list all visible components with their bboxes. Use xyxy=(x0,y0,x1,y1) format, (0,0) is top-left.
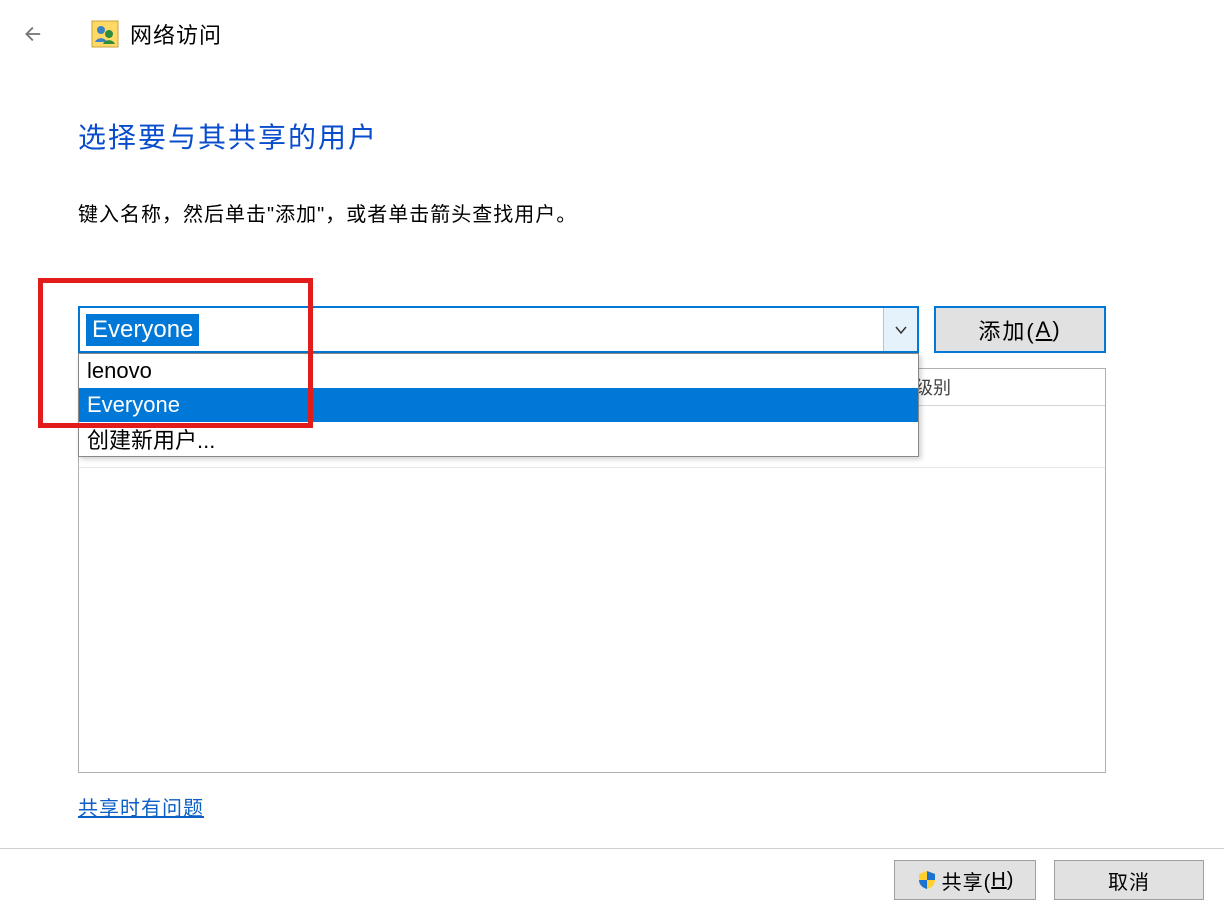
user-input[interactable]: Everyone xyxy=(80,308,883,351)
window-title: 网络访问 xyxy=(130,18,222,50)
network-share-icon xyxy=(90,19,120,49)
user-combobox[interactable]: Everyone xyxy=(78,306,919,353)
user-dropdown-list: lenovo Everyone 创建新用户... xyxy=(78,353,919,457)
back-button[interactable] xyxy=(16,19,46,49)
chevron-down-icon xyxy=(894,323,908,337)
add-button[interactable]: 添加(A) xyxy=(934,306,1106,353)
share-button[interactable]: 共享(H) xyxy=(894,860,1036,900)
cancel-button[interactable]: 取消 xyxy=(1054,860,1204,900)
dropdown-option-create-new-user[interactable]: 创建新用户... xyxy=(79,422,918,456)
dropdown-option-lenovo[interactable]: lenovo xyxy=(79,354,918,388)
dropdown-option-everyone[interactable]: Everyone xyxy=(79,388,918,422)
page-heading: 选择要与其共享的用户 xyxy=(78,116,378,156)
page-instruction: 键入名称，然后单击"添加"，或者单击箭头查找用户。 xyxy=(78,198,577,227)
uac-shield-icon xyxy=(916,869,938,891)
sharing-help-link[interactable]: 共享时有问题 xyxy=(78,792,204,821)
footer-divider xyxy=(0,848,1224,849)
dropdown-toggle[interactable] xyxy=(883,308,917,351)
user-input-value: Everyone xyxy=(86,314,199,346)
arrow-left-icon xyxy=(20,23,42,45)
